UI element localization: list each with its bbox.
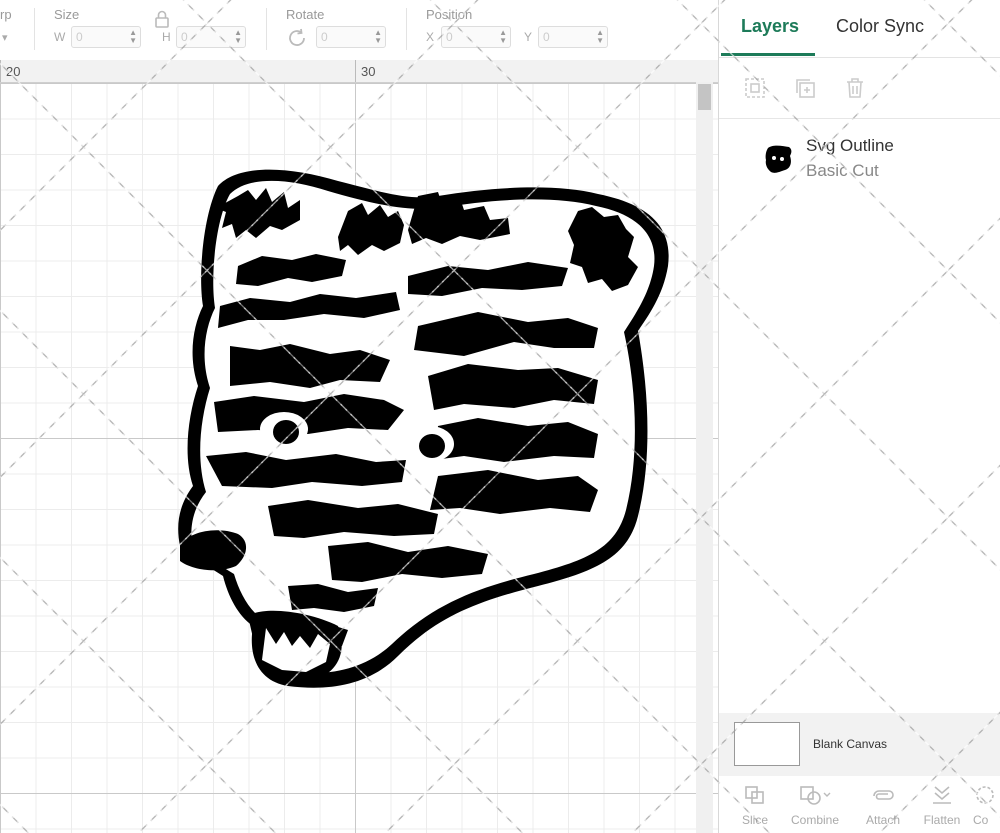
bottom-toolbar: Slice Combine Attach Flatten Co: [719, 776, 1000, 833]
toolbar-divider: [34, 8, 35, 50]
bear-head-design[interactable]: [178, 156, 673, 691]
ruler-mark-30: 30: [361, 64, 376, 79]
width-stepper-icon[interactable]: ▲ ▼: [129, 29, 137, 45]
height-stepper-icon[interactable]: ▲ ▼: [234, 29, 242, 45]
x-position-input[interactable]: 0 ▲ ▼: [441, 26, 511, 48]
y-position-input[interactable]: 0 ▲ ▼: [538, 26, 608, 48]
position-label: Position: [426, 7, 473, 22]
rotate-icon[interactable]: [286, 27, 308, 54]
warp-dropdown-chevron-icon[interactable]: ▾: [2, 31, 8, 44]
edit-toolbar: rp ▾ Size W 0 ▲ ▼ H 0 ▲ ▼ Rotate 0 ▲ ▼ Posi…: [0, 0, 718, 61]
tab-color-sync[interactable]: Color Sync: [836, 16, 924, 37]
rotate-input[interactable]: 0 ▲ ▼: [316, 26, 386, 48]
ruler-mark-20: 20: [6, 64, 21, 79]
scrollbar-thumb[interactable]: [698, 84, 711, 110]
rotate-stepper-icon[interactable]: ▲ ▼: [374, 29, 382, 45]
width-prefix: W: [54, 30, 66, 44]
layer-actions: [719, 58, 1000, 119]
combine-label: Combine: [790, 813, 840, 827]
flatten-button[interactable]: Flatten: [914, 784, 970, 827]
horizontal-ruler: 20 30: [0, 60, 718, 83]
size-label: Size: [54, 7, 80, 22]
layer-name: Svg Outline: [806, 136, 894, 155]
toolbar-divider: [406, 8, 407, 50]
attach-label: Attach: [865, 813, 901, 827]
height-value: 0: [181, 30, 188, 44]
ruler-tick: [355, 60, 356, 82]
width-input[interactable]: 0 ▲ ▼: [71, 26, 141, 48]
width-value: 0: [76, 30, 83, 44]
blank-canvas-swatch[interactable]: [734, 722, 800, 766]
combine-button[interactable]: Combine: [787, 784, 843, 827]
duplicate-icon[interactable]: [793, 76, 817, 105]
toolbar-divider: [266, 8, 267, 50]
blank-canvas-row[interactable]: Blank Canvas: [719, 713, 1000, 776]
attach-icon: [873, 790, 894, 800]
x-position-value: 0: [446, 30, 453, 44]
layer-operation: Basic Cut: [806, 161, 879, 180]
slice-icon: [745, 786, 764, 804]
contour-button[interactable]: Co: [973, 784, 1000, 827]
blank-canvas-label: Blank Canvas: [813, 737, 888, 751]
panel-tabs: Layers Color Sync: [719, 0, 1000, 58]
y-prefix: Y: [524, 30, 533, 44]
contour-label: Co: [973, 813, 989, 827]
slice-button[interactable]: Slice: [727, 784, 783, 827]
vertical-scrollbar[interactable]: [696, 82, 713, 833]
rotate-value: 0: [321, 30, 328, 44]
flatten-label: Flatten: [923, 813, 961, 827]
x-stepper-icon[interactable]: ▲ ▼: [499, 29, 507, 45]
tab-layers[interactable]: Layers: [741, 16, 799, 37]
flatten-icon: [933, 786, 951, 804]
layers-panel: Layers Color Sync Svg Outline Basic Cut …: [718, 0, 1000, 833]
group-icon[interactable]: [743, 76, 767, 105]
layer-item[interactable]: Svg Outline Basic Cut: [719, 122, 1000, 192]
rotate-label: Rotate: [286, 7, 325, 22]
layer-thumbnail: [765, 144, 793, 179]
active-tab-indicator: [721, 53, 815, 56]
attach-button[interactable]: Attach: [855, 784, 911, 827]
design-canvas[interactable]: 20 30: [0, 60, 718, 833]
ruler-tick: [0, 60, 1, 82]
delete-icon[interactable]: [843, 76, 867, 105]
warp-label: rp: [0, 7, 12, 22]
slice-label: Slice: [741, 813, 768, 827]
contour-icon: [976, 786, 994, 804]
height-prefix: H: [162, 30, 171, 44]
height-input[interactable]: 0 ▲ ▼: [176, 26, 246, 48]
y-stepper-icon[interactable]: ▲ ▼: [596, 29, 604, 45]
y-position-value: 0: [543, 30, 550, 44]
x-prefix: X: [426, 30, 435, 44]
combine-icon: [800, 786, 831, 805]
